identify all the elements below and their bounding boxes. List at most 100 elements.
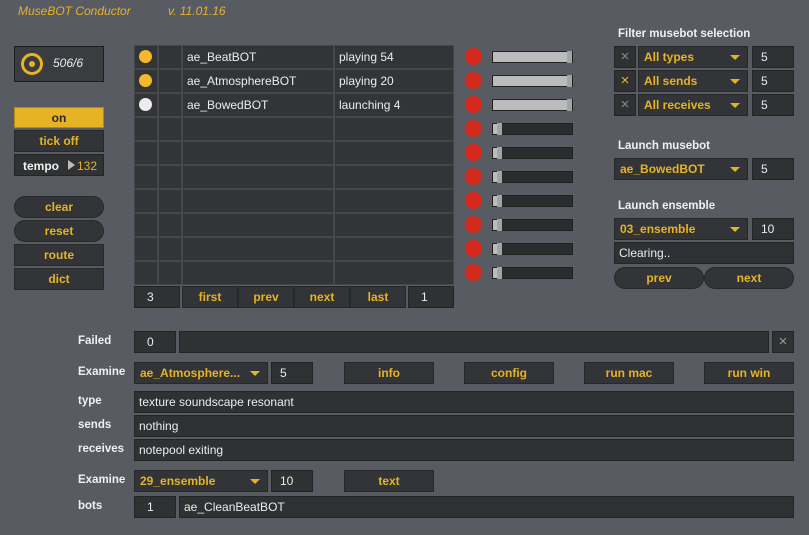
filter-dropdown[interactable]: All types xyxy=(638,46,748,68)
volume-slider-knob[interactable] xyxy=(497,243,502,255)
row-bot-name[interactable]: ae_BowedBOT xyxy=(182,93,334,117)
volume-slider-knob[interactable] xyxy=(497,123,502,135)
last-button[interactable]: last xyxy=(350,286,406,308)
row-select-cell[interactable] xyxy=(158,69,182,93)
first-button[interactable]: first xyxy=(182,286,238,308)
filter-number[interactable]: 5 xyxy=(752,46,794,68)
on-toggle[interactable]: on xyxy=(14,107,104,128)
filter-number[interactable]: 5 xyxy=(752,70,794,92)
examine-ensemble-dropdown[interactable]: 29_ensemble xyxy=(134,470,268,492)
volume-slider-knob[interactable] xyxy=(497,147,502,159)
volume-slider[interactable] xyxy=(492,195,573,207)
volume-slider[interactable] xyxy=(492,171,573,183)
filter-toggle-x-icon[interactable]: × xyxy=(614,46,636,68)
examine-dropdown[interactable]: ae_Atmosphere... xyxy=(134,362,268,384)
tick-off-button[interactable]: tick off xyxy=(14,130,104,152)
launch-musebot-dropdown[interactable]: ae_BowedBOT xyxy=(614,158,748,180)
row-select-cell[interactable] xyxy=(158,189,182,213)
row-select-cell[interactable] xyxy=(158,117,182,141)
mute-led-button[interactable] xyxy=(465,144,482,161)
row-status-cell[interactable] xyxy=(134,213,158,237)
row-select-cell[interactable] xyxy=(158,237,182,261)
prev-button[interactable]: prev xyxy=(238,286,294,308)
volume-slider-knob[interactable] xyxy=(567,75,572,87)
text-button[interactable]: text xyxy=(344,470,434,492)
chevron-down-icon xyxy=(730,167,740,172)
launch-musebot-number[interactable]: 5 xyxy=(752,158,794,180)
row-bot-name[interactable] xyxy=(182,189,334,213)
dict-button[interactable]: dict xyxy=(14,268,104,290)
row-select-cell[interactable] xyxy=(158,261,182,285)
mute-led-button[interactable] xyxy=(465,168,482,185)
row-bot-name[interactable] xyxy=(182,237,334,261)
row-status-cell[interactable] xyxy=(134,45,158,69)
examine-ensemble-label: Examine xyxy=(78,474,126,486)
examine-ensemble-number[interactable]: 10 xyxy=(271,470,313,492)
row-select-cell[interactable] xyxy=(158,45,182,69)
close-icon[interactable]: × xyxy=(772,331,794,353)
next-button[interactable]: next xyxy=(294,286,350,308)
volume-slider-knob[interactable] xyxy=(497,171,502,183)
tempo-control[interactable]: tempo 132 xyxy=(14,154,104,176)
volume-slider-knob[interactable] xyxy=(497,267,502,279)
mute-led-button[interactable] xyxy=(465,240,482,257)
ensemble-prev-button[interactable]: prev xyxy=(614,267,704,289)
volume-slider[interactable] xyxy=(492,75,573,87)
row-status-cell[interactable] xyxy=(134,141,158,165)
mute-led-button[interactable] xyxy=(465,96,482,113)
launch-ensemble-dropdown[interactable]: 03_ensemble xyxy=(614,218,748,240)
clear-button[interactable]: clear xyxy=(14,196,104,218)
filter-toggle-x-icon[interactable]: × xyxy=(614,70,636,92)
row-bot-name[interactable] xyxy=(182,213,334,237)
row-status-cell[interactable] xyxy=(134,237,158,261)
row-select-cell[interactable] xyxy=(158,213,182,237)
examine-number[interactable]: 5 xyxy=(271,362,313,384)
row-select-cell[interactable] xyxy=(158,141,182,165)
row-status-cell[interactable] xyxy=(134,189,158,213)
volume-slider-knob[interactable] xyxy=(497,219,502,231)
mute-led-button[interactable] xyxy=(465,216,482,233)
volume-slider-knob[interactable] xyxy=(567,99,572,111)
volume-slider[interactable] xyxy=(492,267,573,279)
row-status-cell[interactable] xyxy=(134,69,158,93)
row-status-cell[interactable] xyxy=(134,165,158,189)
volume-slider[interactable] xyxy=(492,123,573,135)
launch-ensemble-number[interactable]: 10 xyxy=(752,218,794,240)
mute-led-button[interactable] xyxy=(465,192,482,209)
filter-dropdown[interactable]: All receives xyxy=(638,94,748,116)
row-bot-name[interactable]: ae_BeatBOT xyxy=(182,45,334,69)
filter-toggle-x-icon[interactable]: × xyxy=(614,94,636,116)
mute-led-button[interactable] xyxy=(465,120,482,137)
volume-slider-knob[interactable] xyxy=(567,51,572,63)
volume-slider-knob[interactable] xyxy=(497,195,502,207)
row-status-cell[interactable] xyxy=(134,93,158,117)
run-mac-button[interactable]: run mac xyxy=(584,362,674,384)
row-bot-name[interactable]: ae_AtmosphereBOT xyxy=(182,69,334,93)
row-bot-name[interactable] xyxy=(182,117,334,141)
volume-slider[interactable] xyxy=(492,243,573,255)
row-bot-name[interactable] xyxy=(182,141,334,165)
config-button[interactable]: config xyxy=(464,362,554,384)
mute-led-button[interactable] xyxy=(465,72,482,89)
mute-led-button[interactable] xyxy=(465,48,482,65)
volume-slider[interactable] xyxy=(492,147,573,159)
row-select-cell[interactable] xyxy=(158,165,182,189)
row-status-cell[interactable] xyxy=(134,261,158,285)
mute-led-button[interactable] xyxy=(465,264,482,281)
row-bot-name[interactable] xyxy=(182,261,334,285)
row-bot-name[interactable] xyxy=(182,165,334,189)
ensemble-next-button[interactable]: next xyxy=(704,267,794,289)
row-select-cell[interactable] xyxy=(158,93,182,117)
filter-dropdown[interactable]: All sends xyxy=(638,70,748,92)
volume-slider[interactable] xyxy=(492,219,573,231)
tempo-value[interactable]: 132 xyxy=(77,156,97,176)
reset-button[interactable]: reset xyxy=(14,220,104,242)
row-status-cell[interactable] xyxy=(134,117,158,141)
route-button[interactable]: route xyxy=(14,244,104,266)
info-button[interactable]: info xyxy=(344,362,434,384)
volume-slider[interactable] xyxy=(492,51,573,63)
run-win-button[interactable]: run win xyxy=(704,362,794,384)
volume-slider[interactable] xyxy=(492,99,573,111)
filter-number[interactable]: 5 xyxy=(752,94,794,116)
chevron-down-icon xyxy=(730,79,740,84)
